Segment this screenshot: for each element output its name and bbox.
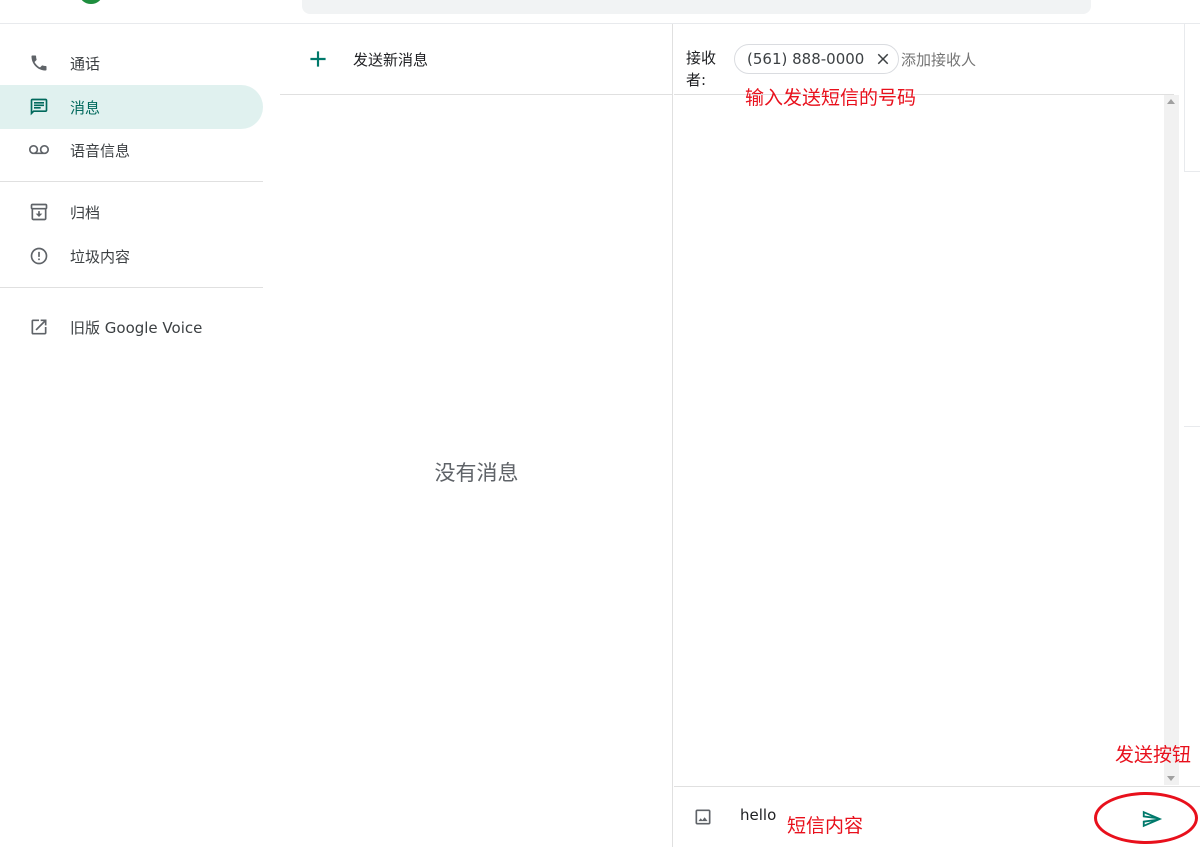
phone-icon [28,52,50,74]
sidebar-item-calls[interactable]: 通话 [0,41,263,85]
sidebar-item-label: 归档 [70,203,101,222]
sidebar-item-label: 通话 [70,54,101,73]
edge-divider [1184,426,1200,427]
send-new-message-label: 发送新消息 [353,50,429,69]
sidebar-item-legacy-voice[interactable]: 旧版 Google Voice [0,305,263,349]
sidebar: 通话 消息 语音信息 归档 垃圾内容 旧版 Google Voice [0,24,263,847]
send-new-message-button[interactable]: 发送新消息 [280,24,673,95]
empty-state-text: 没有消息 [434,461,519,485]
recipient-label: 接收者: [686,49,717,89]
sidebar-item-label: 垃圾内容 [70,247,131,266]
recipient-bar: 接收者: (561) 888-0000 输入发送短信的号码 [674,24,1174,109]
sidebar-divider [0,181,263,182]
message-icon [28,96,50,118]
top-bar [0,0,1200,24]
close-icon[interactable] [874,50,892,68]
sidebar-item-spam[interactable]: 垃圾内容 [0,234,263,278]
archive-icon [28,201,50,223]
image-icon[interactable] [693,807,713,827]
recipient-number: (561) 888-0000 [747,50,865,68]
sidebar-item-label: 旧版 Google Voice [70,318,203,337]
annotation-content-hint: 短信内容 [787,815,864,837]
scroll-down-arrow-icon[interactable] [1167,776,1175,781]
compose-panel: 接收者: (561) 888-0000 输入发送短信的号码 短信内容 发送按钮 [674,24,1200,847]
spam-icon [28,245,50,267]
sidebar-divider [0,287,263,288]
edge-divider [1184,24,1185,172]
annotation-send-hint: 发送按钮 [1115,744,1192,766]
plus-icon [310,51,326,67]
annotation-number-hint: 输入发送短信的号码 [745,87,917,109]
voicemail-icon [28,139,50,161]
scroll-up-arrow-icon[interactable] [1167,99,1175,104]
scrollbar[interactable] [1164,95,1179,785]
sidebar-item-archive[interactable]: 归档 [0,190,263,234]
message-input[interactable] [740,806,780,824]
sidebar-item-voicemail[interactable]: 语音信息 [0,128,263,172]
sidebar-item-messages[interactable]: 消息 [0,85,263,129]
app-logo[interactable] [80,0,102,4]
sidebar-item-label: 消息 [70,98,101,117]
sidebar-item-label: 语音信息 [70,141,131,160]
recipient-chip[interactable]: (561) 888-0000 [734,44,900,74]
conversation-list: 发送新消息 没有消息 [280,24,673,847]
send-icon[interactable] [1141,808,1163,830]
add-recipient-input[interactable] [901,51,1101,69]
edge-divider [1184,171,1200,172]
compose-bar: 短信内容 发送按钮 [674,744,1200,847]
open-external-icon [28,316,50,338]
search-bar[interactable] [302,0,1091,14]
